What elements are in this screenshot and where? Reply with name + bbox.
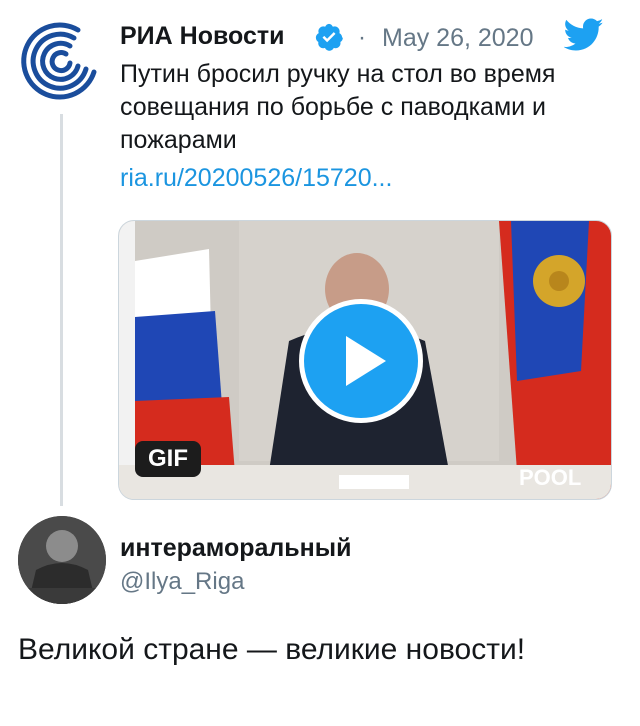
reply-avatar-image bbox=[18, 516, 106, 604]
pool-watermark: POOL bbox=[519, 465, 582, 490]
thread-line bbox=[60, 114, 63, 506]
author-name[interactable]: РИА Новости bbox=[120, 22, 284, 51]
reply-text: Великой стране — великие новости! bbox=[18, 633, 526, 666]
play-icon bbox=[346, 336, 386, 386]
twitter-bird-icon[interactable] bbox=[564, 18, 604, 52]
reply-avatar[interactable] bbox=[18, 516, 106, 604]
tweet-header: РИА Новости · May 26, 2020 bbox=[120, 18, 630, 58]
separator-dot: · bbox=[358, 24, 366, 51]
reply-handle[interactable]: @Ilya_Riga bbox=[120, 568, 244, 596]
reply-author-name[interactable]: интераморальный bbox=[120, 534, 351, 563]
verified-badge-icon bbox=[315, 23, 343, 51]
play-button[interactable] bbox=[299, 299, 423, 423]
tweet-date[interactable]: May 26, 2020 bbox=[382, 24, 534, 53]
article-link[interactable]: ria.ru/20200526/15720... bbox=[120, 164, 392, 193]
tweet-text: Путин бросил ручку на стол во время сове… bbox=[120, 60, 556, 154]
ria-logo bbox=[17, 15, 105, 103]
ria-avatar[interactable] bbox=[16, 14, 106, 104]
media-preview[interactable]: GIF POOL bbox=[118, 220, 612, 500]
gif-badge: GIF bbox=[135, 441, 201, 477]
